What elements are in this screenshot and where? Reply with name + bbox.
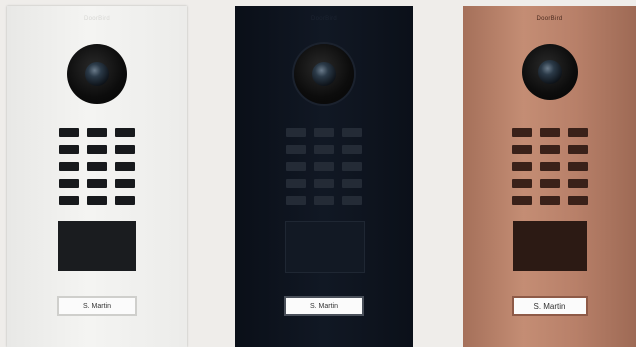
grille-slot: [314, 162, 334, 171]
grille-slot: [59, 162, 79, 171]
grille-slot: [286, 162, 306, 171]
grille-slot: [314, 196, 334, 205]
grille-slot: [567, 128, 588, 137]
grille-slot: [87, 145, 107, 154]
grille-slot: [115, 128, 135, 137]
nameplate-button[interactable]: S. Martin: [511, 296, 588, 316]
intercom-panel-black: DoorBird S. Martin: [235, 6, 413, 347]
grille-slot: [511, 162, 532, 171]
grille-slot: [342, 196, 362, 205]
speaker-grille: [511, 128, 588, 205]
grille-slot: [59, 145, 79, 154]
display-window: [285, 221, 365, 273]
grille-slot: [286, 128, 306, 137]
speaker-grille: [59, 128, 135, 205]
grille-slot: [314, 179, 334, 188]
grille-slot: [539, 145, 560, 154]
grille-slot: [286, 145, 306, 154]
grille-slot: [511, 179, 532, 188]
grille-slot: [87, 128, 107, 137]
grille-slot: [567, 196, 588, 205]
grille-slot: [115, 179, 135, 188]
grille-slot: [115, 145, 135, 154]
grille-slot: [342, 162, 362, 171]
grille-slot: [539, 128, 560, 137]
grille-slot: [87, 196, 107, 205]
grille-slot: [59, 179, 79, 188]
grille-slot: [567, 179, 588, 188]
camera-icon: [294, 44, 354, 104]
speaker-grille: [286, 128, 362, 205]
grille-slot: [286, 179, 306, 188]
camera-lens: [537, 60, 562, 84]
grille-slot: [567, 162, 588, 171]
nameplate-button[interactable]: S. Martin: [57, 296, 137, 316]
grille-slot: [511, 128, 532, 137]
grille-slot: [59, 128, 79, 137]
grille-slot: [314, 145, 334, 154]
grille-slot: [511, 145, 532, 154]
camera-icon: [521, 44, 578, 100]
grille-slot: [87, 162, 107, 171]
brand-logo: DoorBird: [83, 16, 111, 22]
brand-logo: DoorBird: [310, 16, 338, 22]
brand-logo: DoorBird: [536, 16, 563, 22]
grille-slot: [314, 128, 334, 137]
camera-lens: [312, 62, 336, 86]
nameplate-button[interactable]: S. Martin: [284, 296, 364, 316]
intercom-panel-white: DoorBird S. Martin: [7, 6, 187, 347]
grille-slot: [567, 145, 588, 154]
grille-slot: [286, 196, 306, 205]
grille-slot: [59, 196, 79, 205]
grille-slot: [539, 179, 560, 188]
grille-slot: [342, 179, 362, 188]
camera-icon: [67, 44, 127, 104]
grille-slot: [539, 196, 560, 205]
display-window: [512, 221, 587, 271]
grille-slot: [342, 128, 362, 137]
grille-slot: [115, 196, 135, 205]
camera-lens: [85, 62, 109, 86]
grille-slot: [511, 196, 532, 205]
intercom-panel-bronze: DoorBird S. Martin: [463, 6, 636, 347]
grille-slot: [87, 179, 107, 188]
grille-slot: [539, 162, 560, 171]
display-window: [58, 221, 136, 271]
grille-slot: [115, 162, 135, 171]
grille-slot: [342, 145, 362, 154]
